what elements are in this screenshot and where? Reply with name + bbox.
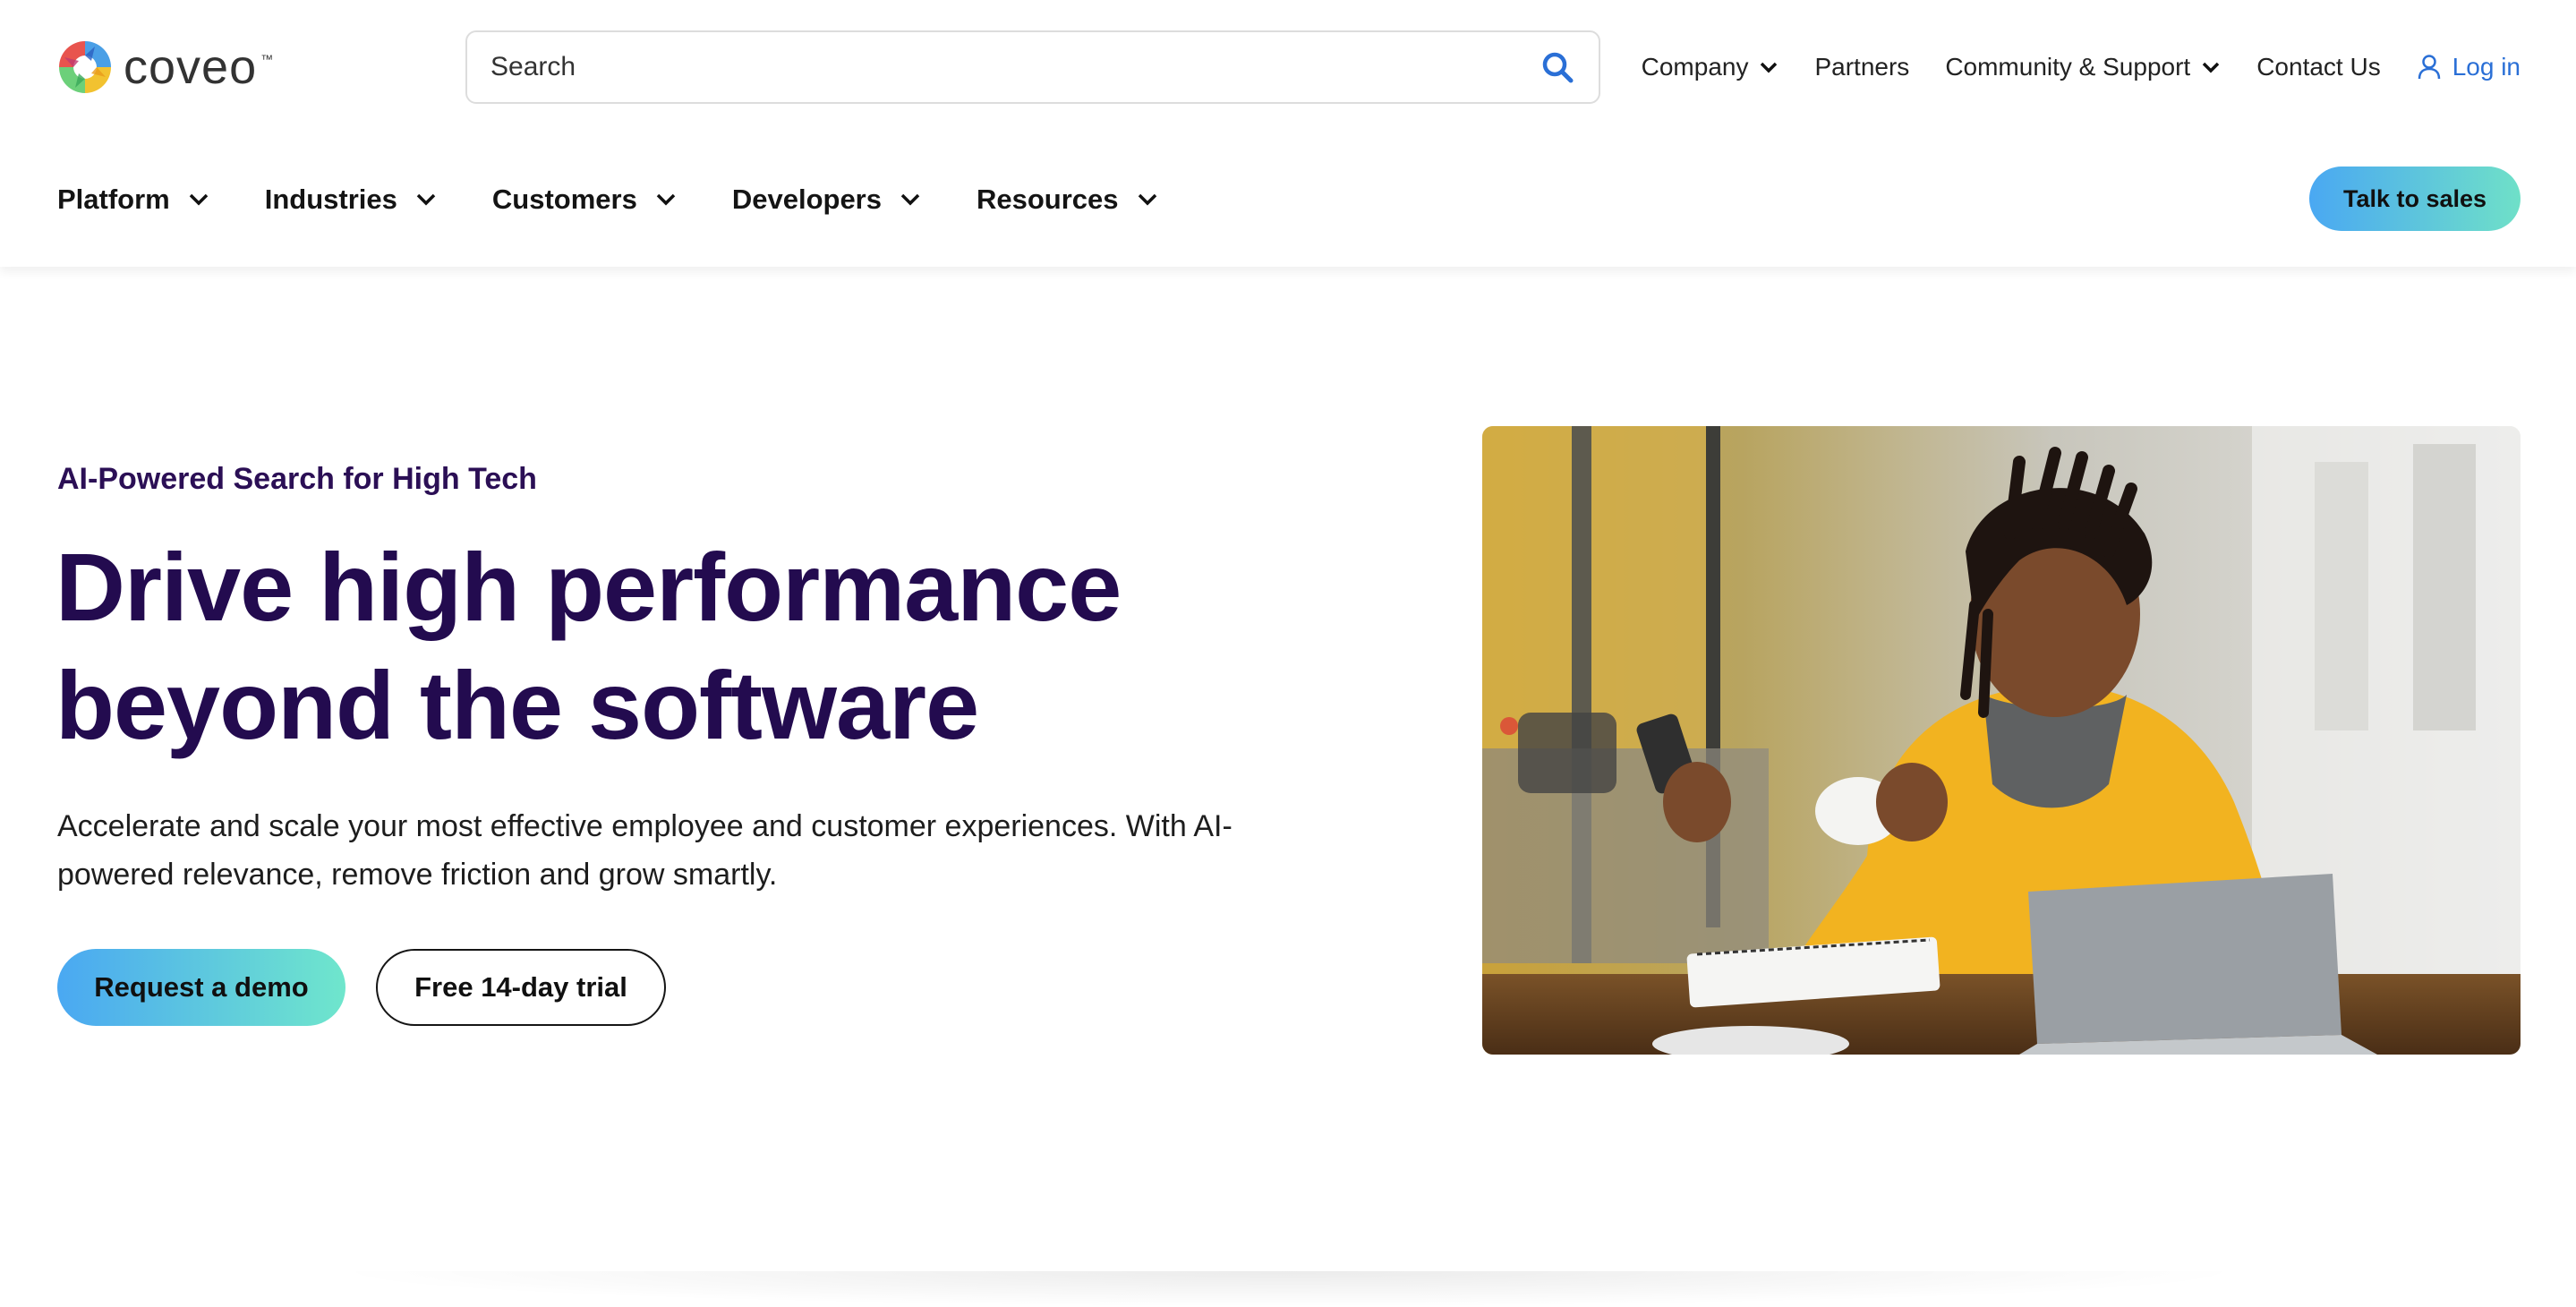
site-header: coveo ™ Company Partners Community & Sup…: [0, 0, 2576, 267]
search-box: [465, 30, 1600, 104]
photo-man-with-phone-and-laptop-icon: [1482, 426, 2521, 1055]
utility-nav-label: Partners: [1814, 53, 1910, 81]
search-icon[interactable]: [1540, 49, 1575, 85]
chevron-down-icon: [416, 193, 436, 206]
main-nav-industries[interactable]: Industries: [265, 184, 437, 216]
utility-nav-community-support[interactable]: Community & Support: [1945, 53, 2221, 81]
main-nav-label: Developers: [731, 184, 882, 215]
main-nav-platform[interactable]: Platform: [57, 184, 209, 216]
utility-nav-label: Community & Support: [1945, 53, 2191, 81]
hero-eyebrow: AI-Powered Search for High Tech: [57, 462, 537, 496]
hero-description: Accelerate and scale your most effective…: [57, 809, 1233, 892]
hero-title-line-1: Drive high performance: [55, 533, 1122, 641]
utility-nav-label: Company: [1641, 53, 1749, 81]
chevron-down-icon: [2202, 62, 2220, 73]
talk-to-sales-button[interactable]: Talk to sales: [2309, 167, 2521, 231]
utility-nav-partners[interactable]: Partners: [1814, 53, 1909, 81]
chevron-down-icon: [656, 193, 676, 206]
chevron-down-icon: [1138, 193, 1156, 206]
utility-nav-label: Contact Us: [2256, 53, 2381, 81]
utility-nav-contact-us[interactable]: Contact Us: [2256, 53, 2381, 81]
login-link[interactable]: Log in: [2417, 53, 2521, 81]
chevron-down-icon: [1761, 62, 1778, 73]
logo-wordmark: coveo: [124, 40, 258, 94]
coveo-logo[interactable]: coveo ™: [55, 36, 273, 98]
logo-trademark: ™: [260, 52, 274, 66]
main-nav-developers[interactable]: Developers: [732, 184, 921, 216]
hero-title-line-2: beyond the software: [55, 651, 979, 759]
main-nav-label: Customers: [491, 184, 637, 215]
main-nav-label: Resources: [976, 184, 1119, 215]
chevron-down-icon: [189, 193, 208, 206]
hero-title: Drive high performance beyond the softwa…: [55, 528, 1219, 765]
utility-nav-company[interactable]: Company: [1642, 53, 1779, 81]
main-nav-label: Platform: [57, 184, 170, 215]
login-label: Log in: [2452, 53, 2521, 81]
main-nav-resources[interactable]: Resources: [977, 184, 1158, 216]
main-nav: Platform Industries Customers Developers…: [57, 175, 1158, 224]
coveo-logo-icon: [59, 41, 111, 93]
section-divider-shadow: [322, 1271, 2256, 1307]
utility-nav: Company Partners Community & Support Con…: [1642, 45, 2521, 90]
free-trial-button[interactable]: Free 14-day trial: [376, 949, 666, 1026]
chevron-down-icon: [900, 193, 920, 206]
hero-image: [1482, 426, 2521, 1055]
main-nav-customers[interactable]: Customers: [492, 184, 677, 216]
search-input[interactable]: [490, 52, 1540, 82]
request-demo-button[interactable]: Request a demo: [57, 949, 345, 1026]
user-icon: [2418, 55, 2440, 80]
main-nav-label: Industries: [264, 184, 397, 215]
